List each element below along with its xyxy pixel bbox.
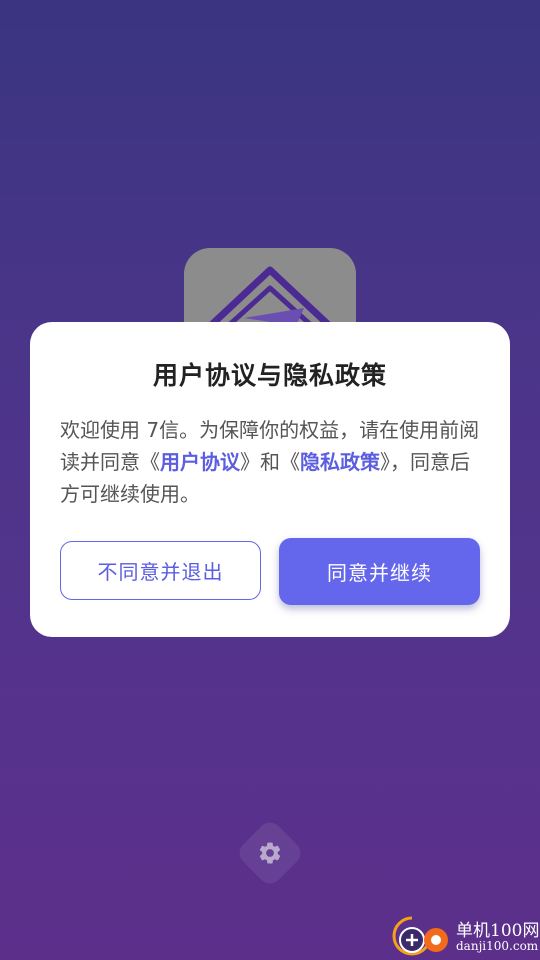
watermark-logo (392, 916, 448, 956)
agree-continue-button[interactable]: 同意并继续 (279, 538, 480, 605)
decline-exit-button[interactable]: 不同意并退出 (60, 541, 261, 600)
watermark-name: 单机100网 (456, 921, 540, 941)
watermark: 单机100网 danji100.com (390, 912, 540, 960)
message-text-2: 》和《 (240, 450, 300, 474)
watermark-url: danji100.com (456, 939, 539, 953)
dialog-message: 欢迎使用 7信。为保障你的权益，请在使用前阅读并同意《用户协议》和《隐私政策》，… (60, 414, 482, 510)
settings-button[interactable] (234, 817, 306, 889)
privacy-policy-link[interactable]: 隐私政策 (300, 450, 380, 474)
user-agreement-link[interactable]: 用户协议 (160, 450, 240, 474)
gear-icon (257, 840, 283, 866)
agreement-dialog: 用户协议与隐私政策 欢迎使用 7信。为保障你的权益，请在使用前阅读并同意《用户协… (30, 322, 510, 637)
dialog-title: 用户协议与隐私政策 (152, 361, 387, 390)
